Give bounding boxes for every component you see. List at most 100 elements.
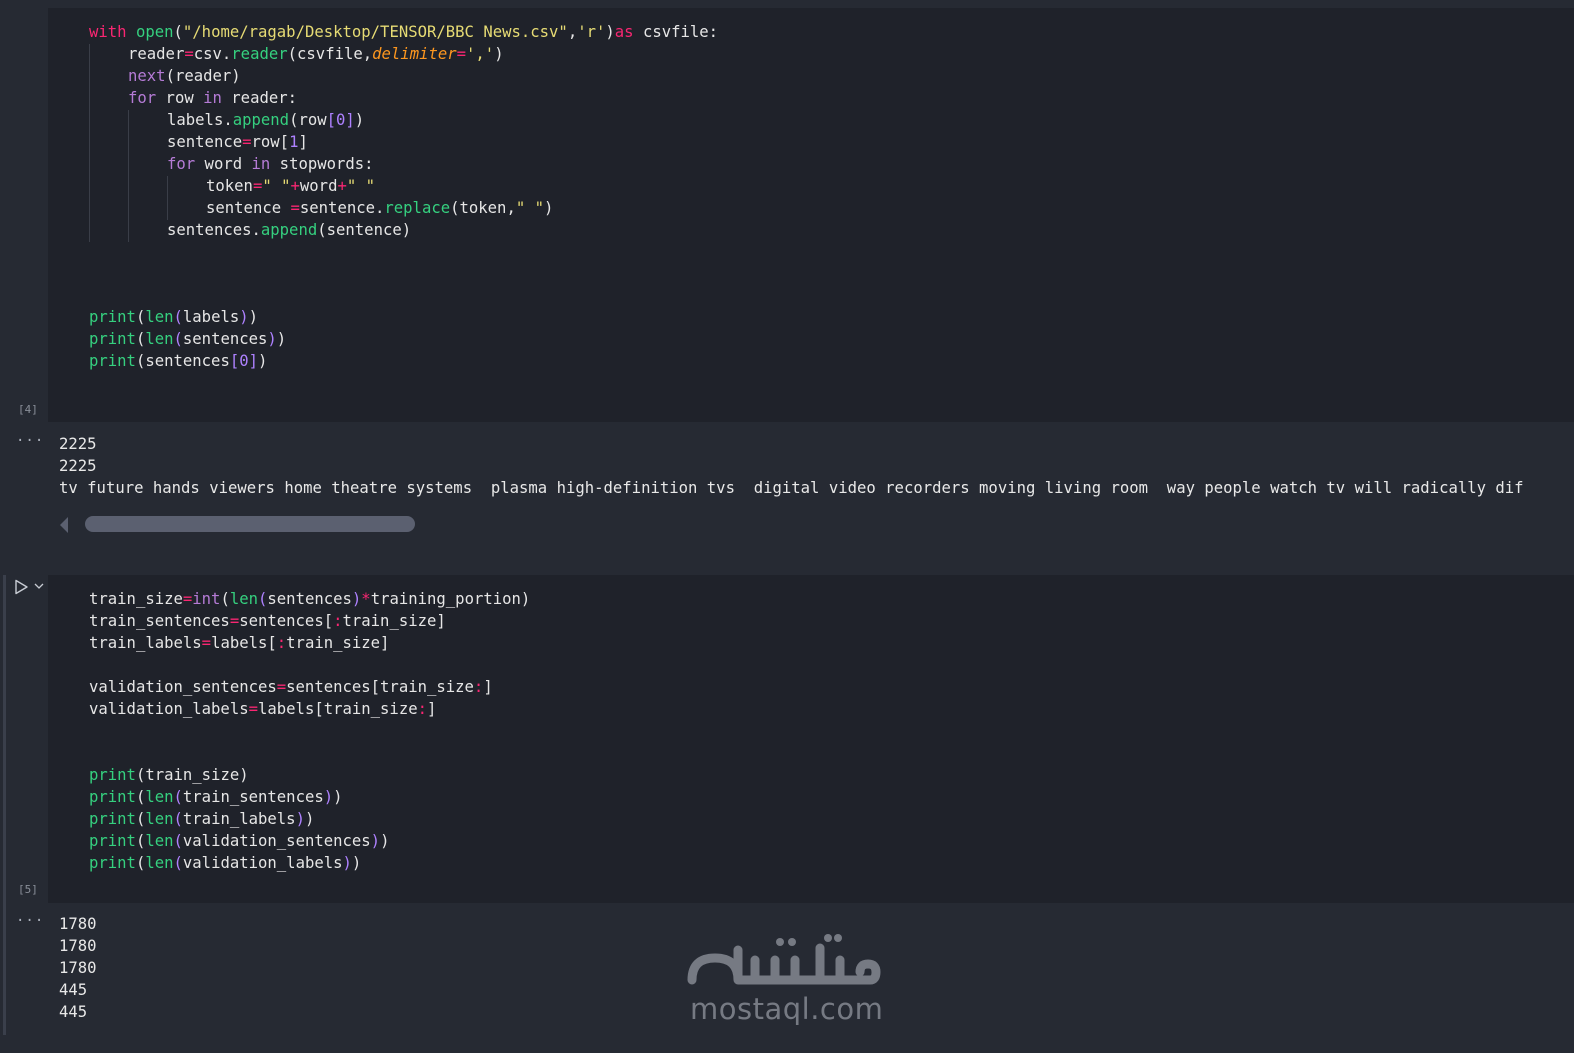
code-token: print xyxy=(89,854,136,872)
code-token: validation_sentences xyxy=(89,678,277,696)
code-token: = xyxy=(248,700,258,718)
code-token: open xyxy=(135,23,174,41)
code-line[interactable]: print(len(labels)) xyxy=(89,306,258,328)
code-token: train_labels xyxy=(182,810,296,828)
code-line[interactable]: next(reader) xyxy=(128,65,241,87)
code-token: ) xyxy=(351,590,362,608)
code-line[interactable]: print(len(train_sentences)) xyxy=(89,786,343,808)
code-token: reader: xyxy=(221,89,298,107)
code-line[interactable]: sentence=row[1] xyxy=(167,131,308,153)
code-token: ) xyxy=(342,854,352,872)
code-token: (csvfile, xyxy=(287,45,373,63)
code-token: ) xyxy=(239,308,249,326)
code-token: 'r' xyxy=(577,23,606,41)
code-token: labels[train_size xyxy=(258,700,418,718)
code-token: ) xyxy=(494,45,504,63)
code-token: " " xyxy=(346,177,376,195)
code-token: ( xyxy=(135,308,146,326)
execution-count: [5] xyxy=(18,883,38,896)
code-line[interactable]: print(len(train_labels)) xyxy=(89,808,314,830)
cell-focus-bar xyxy=(3,575,6,1035)
code-token: ( xyxy=(173,330,183,348)
code-token: len xyxy=(145,810,174,828)
code-line[interactable]: print(len(validation_sentences)) xyxy=(89,830,389,852)
code-line[interactable]: print(train_size) xyxy=(89,764,249,786)
code-line[interactable]: sentence =sentence.replace(token," ") xyxy=(206,197,553,219)
code-token: ( xyxy=(135,810,146,828)
code-token: ) xyxy=(248,308,259,326)
horizontal-scrollbar[interactable] xyxy=(60,513,420,535)
code-token: train_size] xyxy=(286,634,390,652)
output-more-icon[interactable]: ··· xyxy=(16,433,44,449)
code-token: len xyxy=(145,788,174,806)
code-token: validation_sentences xyxy=(182,832,371,850)
code-token: ) xyxy=(605,23,615,41)
code-token: labels[ xyxy=(211,634,277,652)
code-line[interactable]: reader=csv.reader(csvfile,delimiter=',') xyxy=(128,43,504,65)
code-cell-1[interactable]: with open("/home/ragab/Desktop/TENSOR/BB… xyxy=(48,8,1574,422)
code-token: " " xyxy=(515,199,544,217)
code-token: stopwords: xyxy=(270,155,374,173)
code-token: sentences xyxy=(182,330,268,348)
code-token: (sentence) xyxy=(317,221,412,239)
code-token: = xyxy=(184,45,194,63)
code-token: : xyxy=(473,678,484,696)
code-token: sentences[train_size xyxy=(286,678,474,696)
code-token: row[ xyxy=(251,133,290,151)
code-token: in xyxy=(203,89,222,107)
code-line[interactable]: print(sentences[0]) xyxy=(89,350,267,372)
code-cell-2[interactable]: train_size=int(len(sentences)*training_p… xyxy=(48,575,1574,903)
code-line[interactable]: for word in stopwords: xyxy=(167,153,374,175)
code-line[interactable]: with open("/home/ragab/Desktop/TENSOR/BB… xyxy=(89,21,718,43)
code-token: ) xyxy=(323,788,334,806)
code-token: ) xyxy=(295,810,305,828)
code-token: print xyxy=(89,330,136,348)
code-token: int xyxy=(192,590,221,608)
code-token: row xyxy=(156,89,204,107)
code-token: ] xyxy=(427,700,437,718)
code-token: : xyxy=(276,634,287,652)
code-line[interactable]: token=" "+word+" " xyxy=(206,175,375,197)
code-line[interactable]: train_labels=labels[:train_size] xyxy=(89,632,389,654)
play-icon[interactable] xyxy=(13,579,29,595)
code-token: [0] xyxy=(326,111,355,129)
code-token: reader xyxy=(128,45,185,63)
code-token: print xyxy=(89,352,136,370)
code-line[interactable]: sentences.append(sentence) xyxy=(167,219,411,241)
code-token: word xyxy=(195,155,252,173)
code-token: next xyxy=(128,67,166,85)
code-line[interactable]: train_size=int(len(sentences)*training_p… xyxy=(89,588,530,610)
code-token: ( xyxy=(173,810,183,828)
code-token: ( xyxy=(220,590,230,608)
code-token: ( xyxy=(173,832,183,850)
code-token: ( xyxy=(173,788,183,806)
code-token: : xyxy=(417,700,427,718)
chevron-down-icon[interactable] xyxy=(34,581,44,591)
code-token: (row xyxy=(289,111,327,129)
code-token: (train_size) xyxy=(135,766,249,784)
mostaql-watermark: mostaql.com xyxy=(680,930,885,1035)
code-line[interactable]: print(len(validation_labels)) xyxy=(89,852,361,874)
scrollbar-thumb[interactable] xyxy=(85,516,415,532)
code-token: = xyxy=(229,612,240,630)
code-token: = xyxy=(201,634,212,652)
code-line[interactable]: validation_sentences=sentences[train_siz… xyxy=(89,676,493,698)
code-token: (token, xyxy=(450,199,516,217)
output-line: 2225 xyxy=(59,457,97,475)
code-line[interactable]: train_sentences=sentences[:train_size] xyxy=(89,610,446,632)
code-token: sentences[ xyxy=(239,612,334,630)
code-token: len xyxy=(145,854,174,872)
code-token: (reader) xyxy=(165,67,241,85)
scroll-left-arrow-icon[interactable] xyxy=(60,517,68,533)
code-line[interactable]: labels.append(row[0]) xyxy=(167,109,364,131)
code-line[interactable]: print(len(sentences)) xyxy=(89,328,286,350)
code-token: len xyxy=(145,308,174,326)
code-token: ] xyxy=(483,678,493,696)
indent-guide xyxy=(167,176,168,220)
code-token: in xyxy=(251,155,271,173)
code-line[interactable]: validation_labels=labels[train_size:] xyxy=(89,698,436,720)
code-line[interactable]: for row in reader: xyxy=(128,87,297,109)
code-token: word xyxy=(299,177,338,195)
code-token: train_sentences xyxy=(89,612,230,630)
output-more-icon[interactable]: ··· xyxy=(16,913,44,929)
